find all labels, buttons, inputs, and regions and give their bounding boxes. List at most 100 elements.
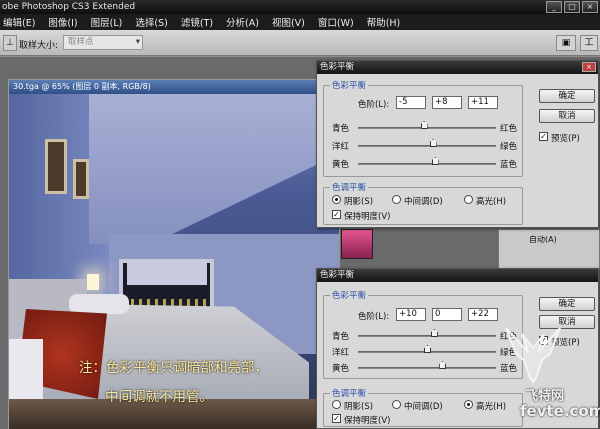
- radio-highlights-label: 高光(H): [476, 402, 507, 412]
- options-bar: ⊥ 取样大小: 取样点 ▾ ▣ 工: [0, 30, 600, 56]
- group-title: 色彩平衡: [330, 79, 369, 91]
- minimize-button[interactable]: _: [546, 1, 562, 13]
- menu-filter[interactable]: 滤镜(T): [181, 15, 213, 29]
- window-controls: _ □ ×: [546, 1, 598, 13]
- level-input-magenta-green[interactable]: +8: [432, 96, 462, 109]
- radio-midtones[interactable]: [392, 195, 401, 204]
- dialog-title: 色彩平衡: [317, 269, 598, 282]
- ok-button[interactable]: 确定: [539, 89, 595, 103]
- watermark-url: fevte.com: [520, 402, 600, 420]
- close-button[interactable]: ×: [582, 1, 598, 13]
- menu-layer[interactable]: 图层(L): [91, 15, 123, 29]
- group-title: 色彩平衡: [330, 289, 369, 301]
- radio-highlights[interactable]: [464, 400, 473, 409]
- slider-track-yellow-blue: [358, 163, 496, 165]
- document-window[interactable]: 30.tga @ 65% (图层 0 副本, RGB/8) 注：色彩平衡只调暗部…: [8, 79, 340, 429]
- maximize-button[interactable]: □: [564, 1, 580, 13]
- close-icon[interactable]: ×: [582, 62, 596, 72]
- color-balance-group: 色彩平衡 色阶(L): +10 0 +22 青色 红色 洋红 绿色 黄色 蓝色: [323, 289, 523, 379]
- menu-view[interactable]: 视图(V): [272, 15, 305, 29]
- level-input-yellow-blue[interactable]: +22: [468, 308, 498, 321]
- preserve-luminosity-checkbox[interactable]: ✓: [332, 210, 341, 219]
- bedside-lamp: [87, 274, 99, 290]
- level-input-cyan-red[interactable]: +10: [396, 308, 426, 321]
- group-title: 色调平衡: [330, 387, 369, 399]
- slider-thumb-magenta-green[interactable]: [429, 139, 437, 147]
- slider-left-label: 青色: [332, 124, 350, 134]
- color-balance-dialog-top[interactable]: 色彩平衡 × 色彩平衡 色阶(L): -5 +8 +11 青色 红色 洋红 绿色…: [316, 60, 599, 228]
- levels-label: 色阶(L):: [358, 312, 390, 322]
- sample-size-value: 取样点: [68, 37, 94, 47]
- annotation-line-2: 中间调就不用管。: [105, 389, 213, 405]
- slider-left-label: 洋红: [332, 348, 350, 358]
- slider-track-yellow-blue: [358, 367, 496, 369]
- menu-select[interactable]: 选择(S): [135, 15, 167, 29]
- menu-help[interactable]: 帮助(H): [367, 15, 401, 29]
- slider-right-label: 红色: [500, 124, 518, 134]
- workspace-menu-button[interactable]: 工: [580, 35, 598, 51]
- radio-midtones-label: 中间调(D): [404, 197, 443, 207]
- level-input-cyan-red[interactable]: -5: [396, 96, 426, 109]
- app-title: obe Photoshop CS3 Extended: [2, 2, 136, 12]
- slider-left-label: 黄色: [332, 160, 350, 170]
- slider-track-cyan-red: [358, 335, 496, 337]
- slider-thumb-magenta-green[interactable]: [424, 345, 431, 353]
- radio-highlights[interactable]: [464, 195, 473, 204]
- document-tab-title[interactable]: 30.tga @ 65% (图层 0 副本, RGB/8): [9, 80, 339, 94]
- preserve-luminosity-label: 保持明度(V): [344, 212, 391, 222]
- wall-picture: [45, 139, 67, 194]
- app-title-bar: obe Photoshop CS3 Extended _ □ ×: [0, 0, 600, 14]
- adjustments-panel-fragment: 自动(A): [498, 229, 600, 269]
- preserve-luminosity-checkbox[interactable]: ✓: [332, 414, 341, 423]
- radio-shadows-label: 阴影(S): [344, 402, 374, 412]
- slider-track-magenta-green: [358, 145, 496, 147]
- radio-shadows[interactable]: [332, 400, 341, 409]
- dialog-title: 色彩平衡: [317, 61, 598, 74]
- preview-label: 预览(P): [551, 134, 580, 144]
- sample-size-select[interactable]: 取样点 ▾: [63, 35, 143, 50]
- menu-image[interactable]: 图像(I): [48, 15, 77, 29]
- window-blind: [127, 259, 207, 285]
- level-input-magenta-green[interactable]: 0: [432, 308, 462, 321]
- watermark-logo-icon: [505, 327, 561, 384]
- radio-midtones[interactable]: [392, 400, 401, 409]
- preview-checkbox[interactable]: ✓: [539, 132, 548, 141]
- slider-left-label: 黄色: [332, 364, 350, 374]
- tone-balance-group: 色调平衡 阴影(S) 中间调(D) 高光(H) ✓ 保持明度(V): [323, 387, 523, 427]
- eyedropper-tool-icon[interactable]: ⊥: [3, 35, 17, 51]
- pillow: [69, 294, 129, 314]
- radio-midtones-label: 中间调(D): [404, 402, 443, 412]
- radio-highlights-label: 高光(H): [476, 197, 507, 207]
- menu-analysis[interactable]: 分析(A): [226, 15, 259, 29]
- slider-thumb-cyan-red[interactable]: [420, 121, 428, 129]
- workspace-icon[interactable]: ▣: [556, 35, 576, 51]
- preserve-luminosity-label: 保持明度(V): [344, 416, 391, 426]
- radio-shadows-label: 阴影(S): [344, 197, 374, 207]
- layer-thumbnail: [341, 229, 373, 259]
- cancel-button[interactable]: 取消: [539, 109, 595, 123]
- menu-window[interactable]: 窗口(W): [318, 15, 354, 29]
- document-canvas[interactable]: [9, 94, 339, 429]
- slider-thumb-yellow-blue[interactable]: [431, 157, 439, 165]
- chevron-down-icon: ▾: [135, 37, 140, 47]
- slider-right-label: 蓝色: [500, 160, 518, 170]
- menu-bar: 编辑(E) 图像(I) 图层(L) 选择(S) 滤镜(T) 分析(A) 视图(V…: [0, 14, 600, 30]
- sample-size-label: 取样大小:: [19, 41, 59, 51]
- room-ceiling: [89, 94, 339, 244]
- slider-thumb-cyan-red[interactable]: [430, 329, 438, 337]
- menu-edit[interactable]: 编辑(E): [3, 15, 35, 29]
- slider-left-label: 洋红: [332, 142, 350, 152]
- radio-shadows[interactable]: [332, 195, 341, 204]
- color-balance-group: 色彩平衡 色阶(L): -5 +8 +11 青色 红色 洋红 绿色 黄色 蓝色: [323, 79, 523, 177]
- slider-thumb-yellow-blue[interactable]: [439, 361, 447, 369]
- group-title: 色调平衡: [330, 181, 369, 193]
- level-input-yellow-blue[interactable]: +11: [468, 96, 498, 109]
- levels-label: 色阶(L):: [358, 100, 390, 110]
- auto-label: 自动(A): [529, 235, 557, 244]
- slider-left-label: 青色: [332, 332, 350, 342]
- tone-balance-group: 色调平衡 阴影(S) 中间调(D) 高光(H) ✓ 保持明度(V): [323, 181, 523, 225]
- ok-button[interactable]: 确定: [539, 297, 595, 311]
- slider-right-label: 绿色: [500, 142, 518, 152]
- annotation-line-1: 注：色彩平衡只调暗部和亮部，: [79, 360, 268, 376]
- wall-picture-small: [73, 159, 89, 199]
